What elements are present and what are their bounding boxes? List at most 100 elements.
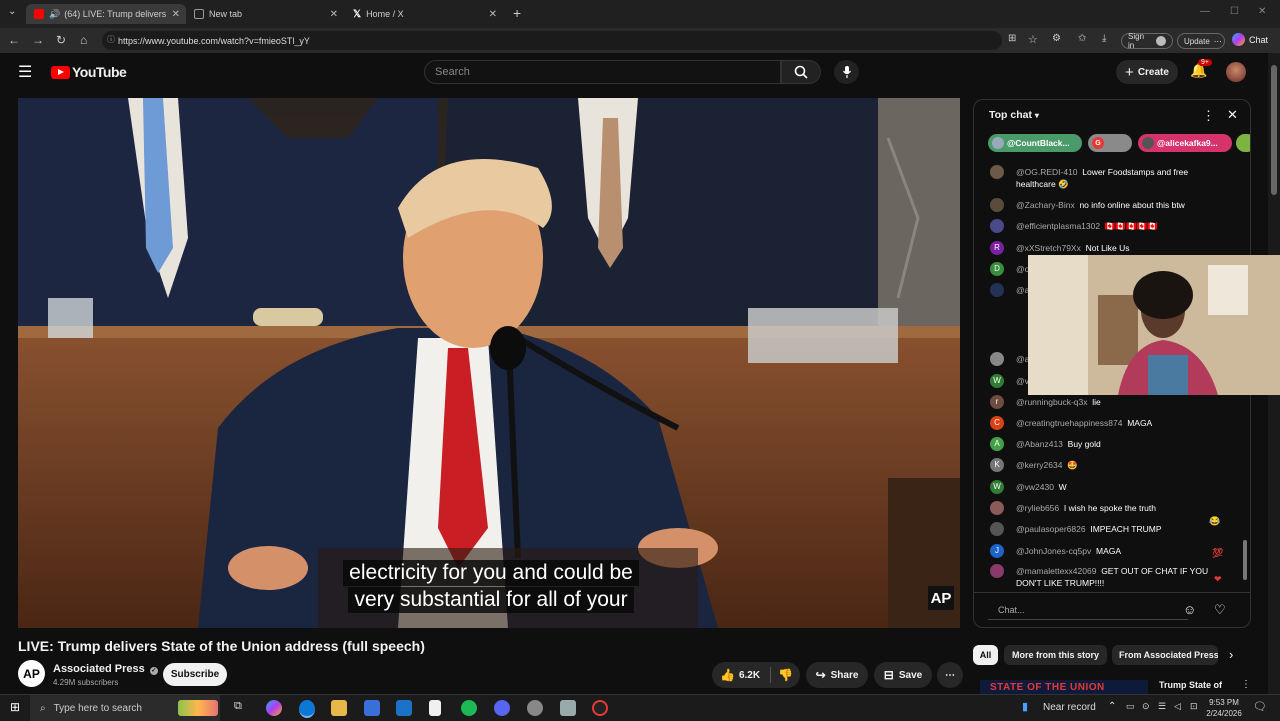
show-hidden-icons-icon[interactable]: ⌃: [1108, 701, 1116, 712]
youtube-logo[interactable]: YouTube: [51, 64, 127, 80]
notepad-icon[interactable]: [429, 700, 441, 716]
close-tab-icon[interactable]: ✕: [330, 9, 338, 20]
minimize-icon[interactable]: —: [1200, 6, 1210, 17]
chat-author[interactable]: @xXStretch79Xx: [1016, 243, 1081, 253]
pinned-chip-countblack[interactable]: @CountBlack...: [988, 134, 1082, 152]
voice-search-button[interactable]: [834, 60, 859, 84]
more-actions-button[interactable]: ⋯: [937, 662, 963, 688]
chat-author[interactable]: @efficientplasma1302: [1016, 221, 1100, 231]
spotify-icon[interactable]: [461, 700, 477, 716]
chip-all[interactable]: All: [973, 645, 998, 665]
chat-more-icon[interactable]: ⋮: [1202, 108, 1215, 124]
thumbs-down-icon[interactable]: 👎: [778, 668, 793, 682]
search-input[interactable]: Search: [424, 60, 781, 84]
create-button[interactable]: + Create: [1116, 60, 1178, 84]
favorite-star-icon[interactable]: ☆: [1028, 33, 1038, 46]
thumbs-up-icon[interactable]: 👍: [720, 668, 735, 682]
chat-author[interactable]: @Abanz413: [1016, 439, 1063, 449]
chat-author[interactable]: @vw2430: [1016, 482, 1054, 492]
chat-author[interactable]: @OG.REDI-410: [1016, 167, 1078, 177]
like-count[interactable]: 6.2K: [739, 670, 760, 681]
maximize-icon[interactable]: ☐: [1230, 6, 1239, 17]
channel-name-row[interactable]: Associated Press ✓: [53, 663, 158, 675]
windows-start-icon[interactable]: ⊞: [10, 700, 20, 714]
save-button[interactable]: ⊟ Save: [874, 662, 932, 688]
extensions-icon[interactable]: ⚙: [1052, 33, 1061, 44]
favorites-icon[interactable]: ✩: [1078, 33, 1086, 44]
tab-new-tab[interactable]: New tab ✕: [186, 4, 344, 24]
chat-input[interactable]: Chat...: [988, 600, 1188, 620]
obs-icon[interactable]: [592, 700, 608, 716]
clock[interactable]: 9:53 PM 2/24/2026: [1205, 697, 1243, 719]
forward-icon[interactable]: →: [32, 33, 44, 47]
subscribe-button[interactable]: Subscribe: [163, 663, 227, 686]
emoji-picker-icon[interactable]: ☺: [1183, 602, 1196, 617]
weather-text[interactable]: Near record: [1043, 702, 1096, 713]
new-tab-plus-icon[interactable]: +: [513, 5, 521, 21]
copilot-chat-button[interactable]: Chat: [1232, 33, 1268, 46]
back-icon[interactable]: ←: [8, 33, 20, 47]
video-player[interactable]: electricity for you and could be very su…: [18, 98, 960, 628]
file-explorer-icon[interactable]: [331, 700, 347, 716]
menu-hamburger-icon[interactable]: ☰: [18, 62, 32, 82]
chat-author[interactable]: @kerry2634: [1016, 460, 1062, 470]
chip-more-from-story[interactable]: More from this story: [1004, 645, 1107, 665]
chat-mode-selector[interactable]: Top chat ▾: [989, 109, 1039, 121]
chat-author[interactable]: @paulasoper6826: [1016, 524, 1086, 534]
notifications-center-icon[interactable]: 🗨: [1253, 700, 1267, 713]
scrollbar-thumb[interactable]: [1271, 65, 1277, 195]
tray-icon[interactable]: ⊡: [1190, 701, 1198, 712]
site-info-icon[interactable]: ⓘ: [107, 34, 115, 45]
tab-youtube[interactable]: 🔊 (64) LIVE: Trump delivers State ✕: [26, 4, 186, 24]
edge-browser-icon[interactable]: [299, 700, 315, 718]
tab-x-home[interactable]: 𝕏 Home / X ✕: [345, 4, 503, 24]
chat-scrollbar-thumb[interactable]: [1243, 540, 1247, 580]
discord-icon[interactable]: [494, 700, 510, 716]
chat-author[interactable]: @JohnJones-cq5pv: [1016, 546, 1091, 556]
close-tab-icon[interactable]: ✕: [172, 9, 180, 20]
chat-author[interactable]: @creatingtruehappiness874: [1016, 418, 1122, 428]
tab-list-chevron-icon[interactable]: ⌄: [8, 6, 16, 17]
home-icon[interactable]: ⌂: [80, 33, 87, 47]
related-video-thumbnail[interactable]: STATE OF THE UNION: [980, 680, 1148, 694]
search-highlight-icon[interactable]: [178, 700, 218, 716]
app-icon[interactable]: [527, 700, 543, 716]
app-available-icon[interactable]: ⊞: [1008, 33, 1016, 44]
pinned-chip-g[interactable]: G: [1088, 134, 1132, 152]
address-bar[interactable]: ⓘ https://www.youtube.com/watch?v=fmieoS…: [102, 31, 1002, 50]
app-icon[interactable]: [560, 700, 576, 716]
tray-icon[interactable]: ⊙: [1142, 701, 1150, 712]
mail-icon[interactable]: [396, 700, 412, 716]
downloads-icon[interactable]: ⤓: [1102, 33, 1106, 44]
store-icon[interactable]: [364, 700, 380, 716]
heart-icon[interactable]: ♡: [1214, 602, 1226, 618]
network-icon[interactable]: ☰: [1158, 701, 1166, 712]
search-button[interactable]: [781, 60, 821, 84]
chat-author[interactable]: @v: [1016, 376, 1029, 386]
related-video-title[interactable]: Trump State of: [1159, 680, 1222, 690]
chat-author[interactable]: @rylieb656: [1016, 503, 1059, 513]
share-button[interactable]: ↪ Share: [806, 662, 868, 688]
close-window-icon[interactable]: ✕: [1258, 6, 1266, 17]
notifications-button[interactable]: 🔔 9+: [1190, 59, 1212, 80]
chat-author[interactable]: @mamalettexx42069: [1016, 566, 1096, 576]
pinned-chip-t[interactable]: [1236, 134, 1250, 152]
pinned-chip-alicekafka[interactable]: @alicekafka9...: [1138, 134, 1232, 152]
close-tab-icon[interactable]: ✕: [489, 9, 497, 20]
channel-avatar[interactable]: AP: [18, 660, 45, 687]
chat-author[interactable]: @Zachary-Binx: [1016, 200, 1075, 210]
chat-author[interactable]: @runningbuck-q3x: [1016, 397, 1087, 407]
chip-from-ap[interactable]: From Associated Press: [1112, 645, 1218, 665]
chevron-right-icon[interactable]: ›: [1229, 647, 1233, 662]
tray-icon[interactable]: ▭: [1126, 701, 1135, 712]
task-view-icon[interactable]: ⧉: [234, 700, 242, 713]
related-more-icon[interactable]: ⋮: [1241, 679, 1251, 690]
volume-icon[interactable]: ◁: [1174, 701, 1181, 712]
channel-name[interactable]: Associated Press: [53, 663, 145, 675]
close-chat-icon[interactable]: ✕: [1227, 107, 1238, 123]
update-button[interactable]: Update ⋯: [1177, 33, 1225, 49]
copilot-taskbar-icon[interactable]: [266, 700, 282, 716]
sign-in-button[interactable]: Sign in: [1121, 32, 1173, 50]
reload-icon[interactable]: ↻: [56, 33, 66, 47]
account-avatar[interactable]: [1226, 62, 1246, 82]
